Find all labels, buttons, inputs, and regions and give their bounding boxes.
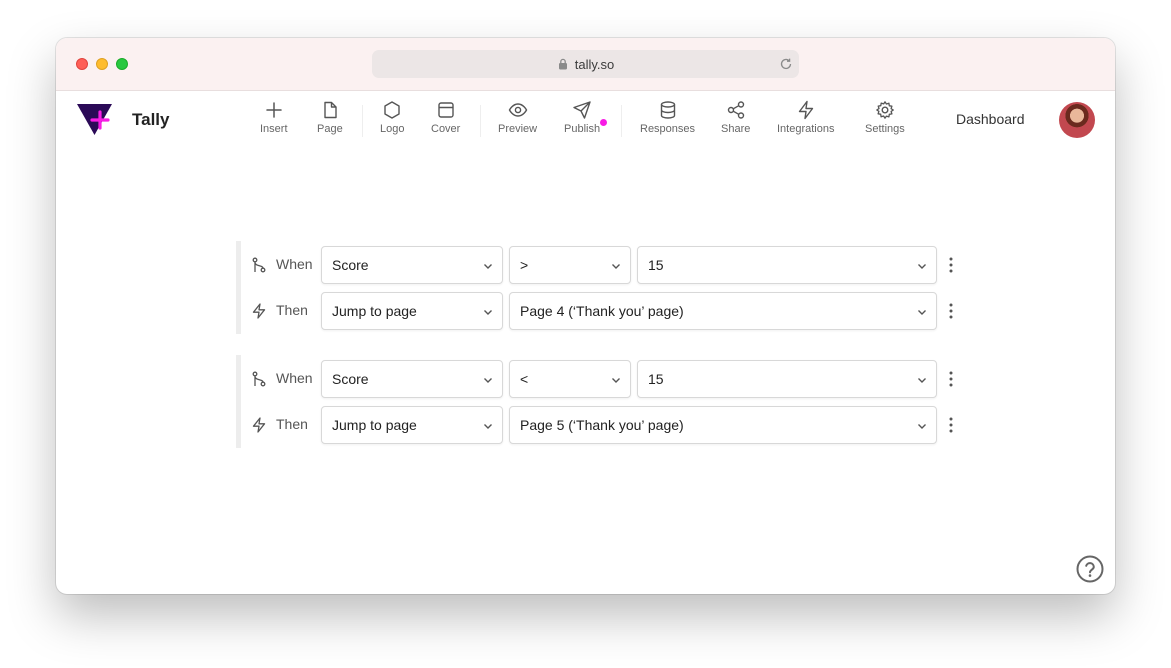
field-select-value: Score — [332, 371, 369, 387]
close-window-button[interactable] — [76, 58, 88, 70]
action-select-value: Jump to page — [332, 417, 417, 433]
page-button[interactable]: Page — [317, 100, 343, 144]
integrations-button[interactable]: Integrations — [777, 100, 834, 144]
responses-button[interactable]: Responses — [640, 100, 695, 144]
action-select[interactable]: Jump to page — [321, 406, 503, 444]
minimize-window-button[interactable] — [96, 58, 108, 70]
share-label: Share — [721, 123, 751, 135]
field-select[interactable]: Score — [321, 360, 503, 398]
value-select-value: 15 — [648, 371, 664, 387]
brand-name: Tally — [132, 110, 170, 129]
toolbar-divider — [362, 105, 363, 137]
logic-rule-1: When Score > 15 Then Jump to page Page 4… — [236, 241, 956, 334]
chevron-down-icon — [612, 264, 620, 269]
cover-button[interactable]: Cover — [431, 100, 460, 144]
more-options-icon[interactable] — [947, 415, 955, 435]
share-button[interactable]: Share — [721, 100, 750, 144]
operator-select-value: < — [520, 371, 529, 387]
target-page-select[interactable]: Page 5 (‘Thank you’ page) — [509, 406, 937, 444]
cover-icon — [437, 102, 454, 118]
toolbar-divider — [621, 105, 622, 137]
logo-button[interactable]: Logo — [380, 100, 404, 144]
plus-icon — [266, 102, 282, 118]
browser-titlebar: tally.so — [56, 38, 1115, 91]
dashboard-link[interactable]: Dashboard — [956, 111, 1025, 127]
action-select-value: Jump to page — [332, 303, 417, 319]
logic-rule-2: When Score < 15 Then Jump to page Page 5… — [236, 355, 956, 448]
database-icon — [660, 101, 675, 119]
insert-label: Insert — [260, 123, 288, 135]
publish-button[interactable]: Publish — [564, 100, 607, 144]
page-label: Page — [317, 123, 343, 135]
app-navbar: Tally Insert Page Logo Cover Preview Pub… — [56, 91, 1115, 151]
share-icon — [727, 101, 744, 119]
help-icon[interactable] — [1075, 554, 1105, 584]
when-label: When — [276, 370, 313, 386]
gear-icon — [876, 101, 894, 119]
more-options-icon[interactable] — [947, 255, 955, 275]
preview-button[interactable]: Preview — [498, 100, 537, 144]
then-label: Then — [276, 416, 308, 432]
eye-icon — [508, 103, 527, 117]
operator-select-value: > — [520, 257, 529, 273]
then-action-row: Then Jump to page Page 5 (‘Thank you’ pa… — [241, 406, 961, 444]
more-options-icon[interactable] — [947, 369, 955, 389]
reload-icon[interactable] — [779, 57, 793, 71]
lightning-icon — [798, 100, 813, 120]
lock-icon — [558, 58, 567, 70]
value-select[interactable]: 15 — [637, 246, 937, 284]
page-icon — [324, 101, 337, 119]
maximize-window-button[interactable] — [116, 58, 128, 70]
target-page-select-value: Page 4 (‘Thank you’ page) — [520, 303, 684, 319]
chevron-down-icon — [484, 310, 492, 315]
operator-select[interactable]: > — [509, 246, 631, 284]
logo-label: Logo — [380, 123, 405, 135]
action-select[interactable]: Jump to page — [321, 292, 503, 330]
value-select-value: 15 — [648, 257, 664, 273]
field-select[interactable]: Score — [321, 246, 503, 284]
address-bar[interactable]: tally.so — [372, 50, 799, 78]
toolbar-divider — [480, 105, 481, 137]
value-select[interactable]: 15 — [637, 360, 937, 398]
chevron-down-icon — [918, 378, 926, 383]
when-condition-row: When Score < 15 — [241, 360, 961, 398]
then-label: Then — [276, 302, 308, 318]
when-condition-row: When Score > 15 — [241, 246, 961, 284]
chevron-down-icon — [918, 424, 926, 429]
send-icon — [573, 101, 591, 119]
chevron-down-icon — [484, 378, 492, 383]
chevron-down-icon — [484, 424, 492, 429]
settings-label: Settings — [865, 123, 905, 135]
operator-select[interactable]: < — [509, 360, 631, 398]
branch-icon — [252, 371, 266, 387]
chevron-down-icon — [484, 264, 492, 269]
when-label: When — [276, 256, 313, 272]
chevron-down-icon — [918, 310, 926, 315]
lightning-icon — [252, 417, 266, 433]
chevron-down-icon — [918, 264, 926, 269]
target-page-select-value: Page 5 (‘Thank you’ page) — [520, 417, 684, 433]
hexagon-icon — [384, 101, 400, 119]
publish-label: Publish — [564, 123, 601, 135]
chevron-down-icon — [612, 378, 620, 383]
publish-notification-dot — [600, 119, 607, 126]
settings-button[interactable]: Settings — [865, 100, 905, 144]
address-bar-url: tally.so — [574, 56, 615, 72]
user-avatar[interactable] — [1059, 102, 1095, 138]
branch-icon — [252, 257, 266, 273]
tally-logo-icon[interactable] — [76, 103, 114, 137]
more-options-icon[interactable] — [947, 301, 955, 321]
browser-window: tally.so Tally Insert Page Logo Cover Pr… — [56, 38, 1115, 594]
insert-button[interactable]: Insert — [260, 100, 288, 144]
responses-label: Responses — [640, 123, 696, 135]
preview-label: Preview — [498, 123, 538, 135]
target-page-select[interactable]: Page 4 (‘Thank you’ page) — [509, 292, 937, 330]
field-select-value: Score — [332, 257, 369, 273]
integrations-label: Integrations — [777, 123, 835, 135]
then-action-row: Then Jump to page Page 4 (‘Thank you’ pa… — [241, 292, 961, 330]
lightning-icon — [252, 303, 266, 319]
cover-label: Cover — [431, 123, 461, 135]
